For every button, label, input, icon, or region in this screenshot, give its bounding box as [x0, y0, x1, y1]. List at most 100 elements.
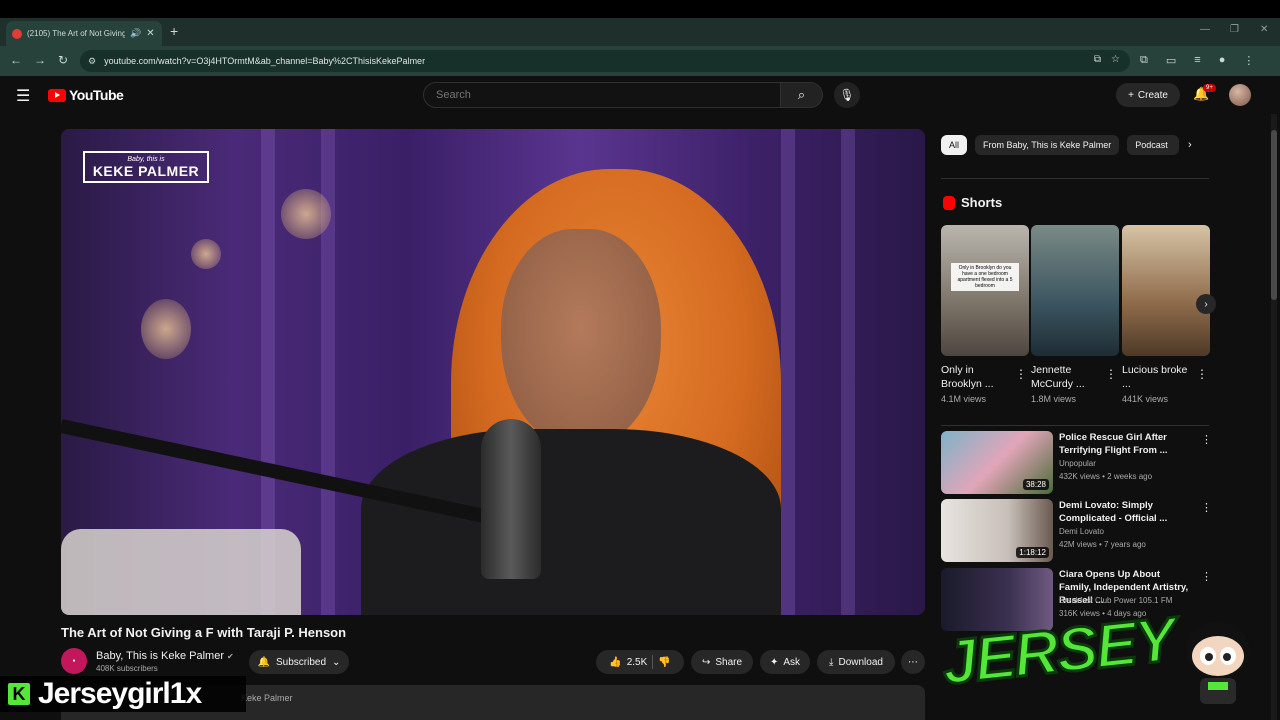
search-icon: ⌕ — [797, 87, 806, 102]
minimize-icon[interactable]: — — [1200, 24, 1210, 35]
account-avatar[interactable] — [1229, 84, 1251, 106]
create-button[interactable]: + Create — [1116, 83, 1180, 107]
media-controls-icon[interactable]: ≡ — [1194, 54, 1200, 67]
short-thumbnail[interactable] — [1031, 225, 1119, 356]
thumbs-up-icon[interactable]: 👍 — [609, 657, 621, 668]
sidebar-divider — [941, 425, 1209, 426]
short-thumbnail[interactable] — [1122, 225, 1210, 356]
video-player[interactable]: Baby, this is KEKE PALMER — [61, 129, 925, 615]
bookmark-star-icon[interactable]: ☆ — [1111, 54, 1120, 65]
short-card[interactable]: Only in Brooklyn do you have a one bedro… — [941, 225, 1029, 404]
url-text[interactable]: youtube.com/watch?v=O3j4HTOrmtM&ab_chann… — [104, 56, 425, 66]
recommended-channel[interactable]: Breakfast Club Power 105.1 FM — [1059, 596, 1172, 605]
top-letterbox — [0, 0, 1280, 18]
shorts-next-button[interactable]: › — [1196, 294, 1216, 314]
sidebar-divider — [941, 178, 1209, 179]
video-thumbnail[interactable]: 1:18:12 — [941, 499, 1053, 562]
pendant-lamp — [191, 239, 221, 269]
channel-name[interactable]: Baby, This is Keke Palmer — [96, 650, 224, 662]
short-title[interactable]: Jennette McCurdy ... — [1031, 363, 1101, 391]
subscribed-label: Subscribed — [276, 656, 327, 668]
browser-menu-icon[interactable]: ⋮ — [1243, 54, 1254, 67]
window-close-icon[interactable]: ✕ — [1260, 24, 1268, 35]
more-vertical-icon[interactable]: ⋮ — [1201, 433, 1212, 446]
restore-icon[interactable]: ❐ — [1230, 24, 1239, 35]
more-actions-button[interactable]: ⋯ — [901, 650, 925, 674]
channel-name-row[interactable]: Baby, This is Keke Palmer ✔ — [96, 650, 234, 662]
short-views: 4.1M views — [941, 394, 987, 404]
pendant-lamp — [281, 189, 331, 239]
recommended-channel[interactable]: Demi Lovato — [1059, 527, 1104, 536]
ask-button[interactable]: ✦ Ask — [760, 650, 810, 674]
video-title: The Art of Not Giving a F with Taraji P.… — [61, 625, 347, 640]
hamburger-menu-icon[interactable]: ☰ — [16, 86, 30, 106]
profile-icon[interactable]: ● — [1219, 54, 1226, 67]
subscriber-count: 408K subscribers — [96, 664, 158, 673]
browser-tab[interactable]: (2105) The Art of Not Giving 🔊 ✕ — [6, 21, 162, 46]
more-vertical-icon[interactable]: ⋮ — [1105, 367, 1117, 381]
description-preview: Keke Palmer — [241, 693, 293, 703]
share-label: Share — [715, 656, 743, 668]
plus-icon: + — [1128, 89, 1134, 101]
jersey-logo-overlay: JERSEY — [932, 604, 1180, 720]
search-button[interactable]: ⌕ — [781, 82, 823, 108]
install-app-icon[interactable]: ⧉ — [1094, 54, 1101, 65]
speaker-icon[interactable]: 🔊 — [130, 28, 141, 39]
notification-badge: 9+ — [1203, 84, 1216, 92]
short-card[interactable]: Jennette McCurdy ... 1.8M views ⋮ — [1031, 225, 1119, 404]
more-vertical-icon[interactable]: ⋮ — [1196, 367, 1208, 381]
chevron-right-icon[interactable]: › — [1188, 139, 1192, 151]
recommended-video[interactable]: 1:18:12 Demi Lovato: Simply Complicated … — [941, 499, 1212, 563]
curtain-fold — [841, 129, 855, 615]
like-count[interactable]: 2.5K — [627, 657, 648, 668]
voice-search-button[interactable]: 🎙 — [834, 82, 860, 108]
jersey-logo-text: JERSEY — [938, 604, 1180, 700]
video-thumbnail[interactable]: 38:28 — [941, 431, 1053, 494]
cast-icon[interactable]: ▭ — [1166, 54, 1176, 67]
subscribed-button[interactable]: 🔔 Subscribed ⌄ — [249, 650, 349, 674]
pendant-lamp — [141, 299, 191, 359]
chip-all[interactable]: All — [941, 135, 968, 155]
recommended-meta: 432K views • 2 weeks ago — [1059, 472, 1153, 481]
chip-from-channel[interactable]: From Baby, This is Keke Palmer — [975, 135, 1120, 155]
short-views: 1.8M views — [1031, 394, 1077, 404]
page-scrollbar-thumb[interactable] — [1271, 130, 1277, 300]
microphone-icon: 🎙 — [839, 88, 855, 102]
shorts-label: Shorts — [961, 195, 1003, 210]
extensions-icon[interactable]: ⧉ — [1140, 54, 1148, 67]
more-vertical-icon[interactable]: ⋮ — [1201, 570, 1212, 583]
browser-tab-strip: (2105) The Art of Not Giving 🔊 ✕ + — ❐ ✕ — [0, 18, 1280, 46]
close-tab-icon[interactable]: ✕ — [146, 28, 154, 39]
short-card[interactable]: Lucious broke ... 441K views ⋮ — [1122, 225, 1210, 404]
show-logo-small-text: Baby, this is — [127, 155, 165, 163]
address-bar[interactable]: ⚙ youtube.com/watch?v=O3j4HTOrmtM&ab_cha… — [80, 50, 1130, 72]
thumbnail-caption: Only in Brooklyn do you have a one bedro… — [951, 263, 1019, 291]
chip-podcast[interactable]: Podcast — [1127, 135, 1180, 155]
more-vertical-icon[interactable]: ⋮ — [1201, 501, 1212, 514]
more-vertical-icon[interactable]: ⋮ — [1015, 367, 1027, 381]
forward-icon[interactable]: → — [34, 53, 46, 67]
short-thumbnail[interactable]: Only in Brooklyn do you have a one bedro… — [941, 225, 1029, 356]
download-button[interactable]: ⤓ Download — [817, 650, 895, 674]
search-bar: ⌕ — [423, 82, 823, 108]
download-icon: ⤓ — [829, 656, 834, 668]
recommended-title[interactable]: Demi Lovato: Simply Complicated - Offici… — [1059, 499, 1191, 525]
channel-avatar[interactable]: ● — [61, 648, 87, 674]
new-tab-icon[interactable]: + — [170, 23, 178, 39]
search-input[interactable] — [423, 82, 781, 108]
short-title[interactable]: Lucious broke ... — [1122, 363, 1192, 391]
reload-icon[interactable]: ↻ — [58, 53, 68, 67]
youtube-logo[interactable]: YouTube — [48, 87, 124, 103]
recommended-title[interactable]: Police Rescue Girl After Terrifying Flig… — [1059, 431, 1191, 457]
logo-text: YouTube — [69, 87, 124, 103]
share-button[interactable]: ↪ Share — [691, 650, 753, 674]
short-title[interactable]: Only in Brooklyn ... — [941, 363, 1011, 391]
recommended-channel[interactable]: Unpopular — [1059, 459, 1096, 468]
shorts-header: Shorts — [943, 195, 1002, 210]
back-icon[interactable]: ← — [10, 53, 22, 67]
site-info-icon[interactable]: ⚙ — [88, 56, 96, 67]
recommended-video[interactable]: 38:28 Police Rescue Girl After Terrifyin… — [941, 431, 1212, 495]
thumbs-down-icon[interactable]: 👎 — [658, 657, 670, 668]
streamer-handle: Jerseygirl1x — [38, 677, 202, 710]
share-arrow-icon: ↪ — [701, 656, 711, 668]
